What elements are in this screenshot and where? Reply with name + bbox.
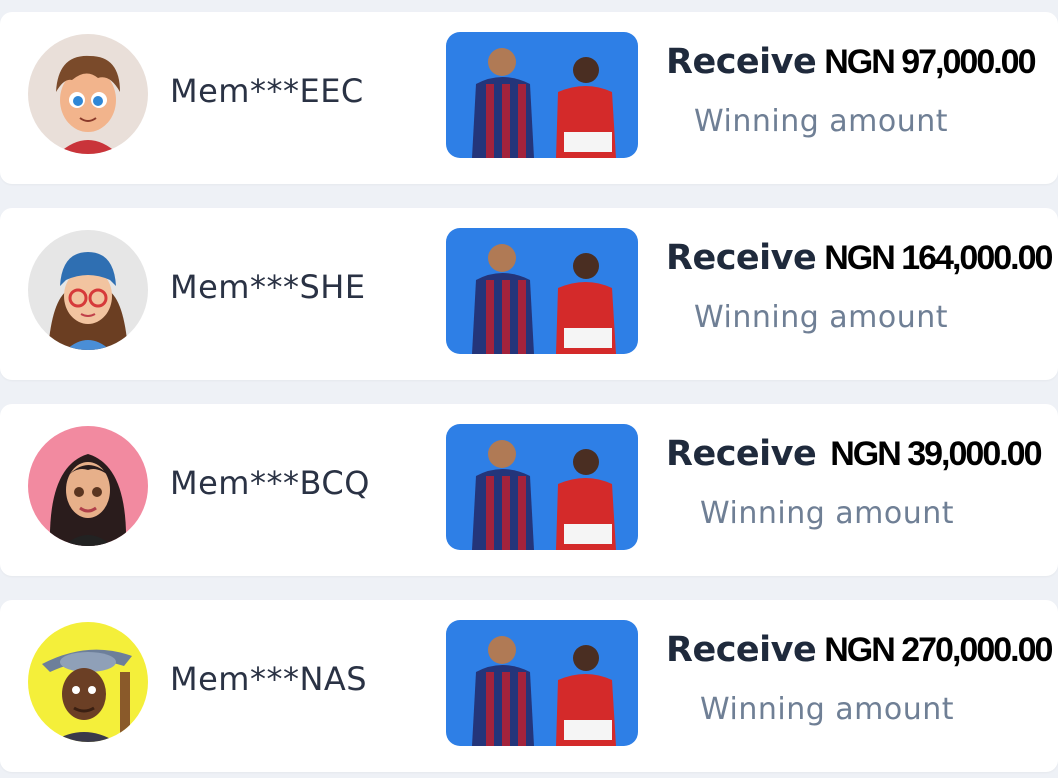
woman-avatar-icon xyxy=(28,426,148,546)
receive-label: Receive xyxy=(666,434,817,474)
winning-amount-label: Winning amount xyxy=(694,300,949,335)
winning-amount-label: Winning amount xyxy=(700,496,955,531)
football-players-thumbnail xyxy=(446,32,638,158)
girl-glasses-avatar-icon xyxy=(28,230,148,350)
winners-list: Mem***EEC Receive NGN 97,000.00 Winning a… xyxy=(0,0,1058,778)
member-name: Mem***EEC xyxy=(170,72,364,110)
boy-avatar-icon xyxy=(28,34,148,154)
member-name: Mem***NAS xyxy=(170,660,368,698)
winning-amount-label: Winning amount xyxy=(700,692,955,727)
winning-amount-value: NGN 39,000.00 xyxy=(830,435,1042,473)
winner-row: Mem***EEC Receive NGN 97,000.00 Winning a… xyxy=(0,12,1058,184)
receive-label: Receive xyxy=(666,238,817,278)
winner-row: Mem***NAS Receive NGN 270,000.00 Winning … xyxy=(0,600,1058,772)
receive-line: Receive NGN 39,000.00 xyxy=(666,434,1043,474)
winning-amount-value: NGN 97,000.00 xyxy=(824,43,1036,81)
winning-amount-value: NGN 270,000.00 xyxy=(824,631,1053,669)
receive-line: Receive NGN 270,000.00 xyxy=(666,630,1053,670)
football-players-thumbnail xyxy=(446,228,638,354)
receive-label: Receive xyxy=(666,42,817,82)
winning-amount-label: Winning amount xyxy=(694,104,949,139)
receive-label: Receive xyxy=(666,630,817,670)
musician-avatar-icon xyxy=(28,622,148,742)
football-players-thumbnail xyxy=(446,620,638,746)
member-name: Mem***BCQ xyxy=(170,464,370,502)
winner-row: Mem***BCQ Receive NGN 39,000.00 Winning a… xyxy=(0,404,1058,576)
football-players-thumbnail xyxy=(446,424,638,550)
winning-amount-value: NGN 164,000.00 xyxy=(824,239,1053,277)
member-name: Mem***SHE xyxy=(170,268,366,306)
receive-line: Receive NGN 164,000.00 xyxy=(666,238,1053,278)
receive-line: Receive NGN 97,000.00 xyxy=(666,42,1037,82)
winner-row: Mem***SHE Receive NGN 164,000.00 Winning … xyxy=(0,208,1058,380)
